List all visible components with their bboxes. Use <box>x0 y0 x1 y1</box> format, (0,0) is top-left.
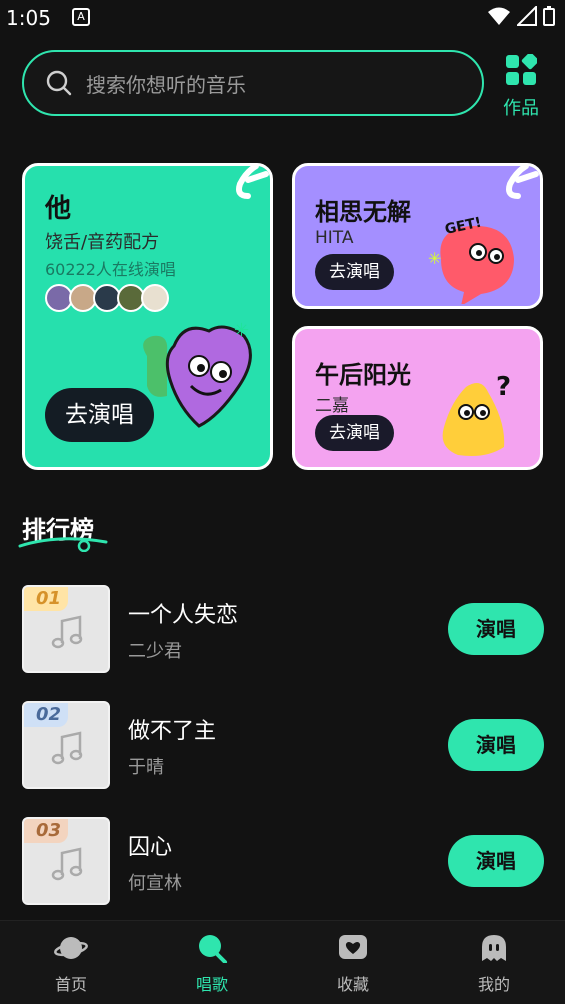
song-cover: 02 <box>22 701 110 789</box>
online-count: 60222人在线演唱 <box>45 260 176 279</box>
status-bar: 1:05 A <box>0 0 565 36</box>
works-label: 作品 <box>503 98 539 119</box>
tab-label: 收藏 <box>336 975 369 994</box>
svg-text:?: ? <box>496 372 511 402</box>
battery-icon <box>543 6 555 26</box>
list-item[interactable]: 02 做不了主 于晴 演唱 <box>22 701 544 789</box>
song-cover: 01 <box>22 585 110 673</box>
avatar-group <box>45 284 169 312</box>
featured-artist: HITA <box>315 228 354 248</box>
ranking-title: 排行榜 <box>18 510 108 552</box>
rank-badge: 01 <box>24 587 68 611</box>
search-placeholder: 搜索你想听的音乐 <box>86 72 246 97</box>
featured-title: 他 <box>45 194 72 224</box>
svg-text:✳: ✳ <box>234 320 249 341</box>
heart-icon <box>339 935 367 959</box>
song-name: 一个人失恋 <box>128 603 239 628</box>
tab-sing[interactable]: 唱歌 <box>172 933 252 995</box>
song-cover: 03 <box>22 817 110 905</box>
rank-badge: 03 <box>24 819 68 843</box>
tab-home[interactable]: 首页 <box>31 933 111 995</box>
status-time: 1:05 <box>6 6 51 30</box>
search-input[interactable]: 搜索你想听的音乐 <box>22 50 484 116</box>
speech-bubble-mascot-illustration: GET! ✳ <box>428 215 514 304</box>
featured-artist: 饶舌/音药配方 <box>45 232 160 253</box>
microphone-icon <box>199 935 227 964</box>
tab-label: 我的 <box>477 975 510 994</box>
grid-icon <box>506 52 539 85</box>
tab-label: 首页 <box>54 975 87 994</box>
status-icons <box>487 6 555 26</box>
featured-card-big[interactable]: 他 饶舌/音药配方 60222人在线演唱 ✳ 去演唱 <box>22 163 273 470</box>
featured-artist: 二嘉 <box>315 396 349 416</box>
song-name: 做不了主 <box>128 719 217 744</box>
featured-card-purple[interactable]: 相思无解 HITA 去演唱 GET! ✳ <box>292 163 543 309</box>
music-note-icon <box>51 847 83 881</box>
tab-favorites[interactable]: 收藏 <box>313 933 393 995</box>
sing-button[interactable]: 演唱 <box>448 719 544 771</box>
signal-icon <box>517 6 537 26</box>
song-name: 囚心 <box>128 835 173 860</box>
song-artist: 何宣林 <box>128 873 182 894</box>
featured-title: 相思无解 <box>315 198 411 226</box>
music-note-icon <box>51 615 83 649</box>
notification-icon: A <box>72 8 90 26</box>
rank-badge: 02 <box>24 703 68 727</box>
sing-button[interactable]: 演唱 <box>448 603 544 655</box>
ghost-icon <box>482 935 506 961</box>
list-item[interactable]: 03 囚心 何宣林 演唱 <box>22 817 544 905</box>
works-button[interactable]: 作品 <box>498 52 544 120</box>
sing-button[interactable]: 演唱 <box>448 835 544 887</box>
sing-button-big[interactable]: 去演唱 <box>45 388 154 442</box>
song-artist: 二少君 <box>128 641 182 662</box>
featured-card-pink[interactable]: 午后阳光 二嘉 去演唱 ? <box>292 326 543 470</box>
sing-button[interactable]: 去演唱 <box>315 415 394 451</box>
bottom-tab-bar: 首页 唱歌 收藏 我的 <box>0 920 565 1004</box>
list-item[interactable]: 01 一个人失恋 二少君 演唱 <box>22 585 544 673</box>
sing-button[interactable]: 去演唱 <box>315 254 394 290</box>
planet-icon <box>54 937 88 959</box>
music-note-icon <box>51 731 83 765</box>
thinking-mascot-illustration: ? <box>442 372 511 456</box>
song-artist: 于晴 <box>128 757 164 778</box>
tab-profile[interactable]: 我的 <box>454 933 534 995</box>
swoosh-icon <box>18 537 108 552</box>
ribbon-icon <box>506 166 539 199</box>
svg-text:✳: ✳ <box>428 249 441 268</box>
ribbon-icon <box>236 166 269 199</box>
tab-label: 唱歌 <box>195 975 228 994</box>
wifi-icon <box>488 7 510 25</box>
search-icon <box>46 70 72 96</box>
avatar <box>141 284 169 312</box>
featured-title: 午后阳光 <box>315 361 411 389</box>
